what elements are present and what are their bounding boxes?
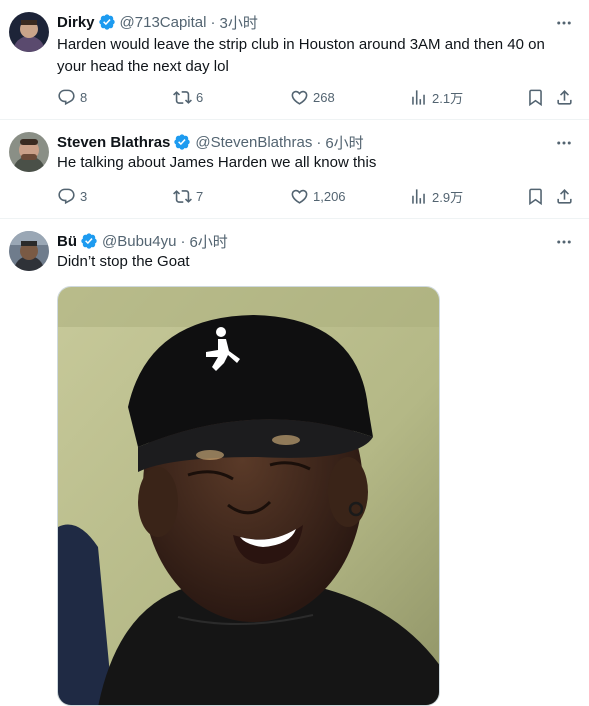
reply-button[interactable]: 3 (57, 185, 87, 207)
timestamp[interactable]: 3小时 (219, 12, 257, 33)
author-handle[interactable]: @713Capital (120, 14, 207, 31)
author-name[interactable]: Steven Blathras (57, 134, 170, 151)
tweet-text: Harden would leave the strip club in Hou… (57, 36, 545, 75)
timestamp[interactable]: 6小时 (189, 231, 227, 252)
retweet-count: 6 (196, 89, 204, 105)
author-name[interactable]: Bü (57, 233, 77, 250)
verified-badge-icon (81, 233, 97, 249)
separator-dot: · (180, 232, 186, 250)
views-icon (412, 188, 425, 204)
like-button[interactable]: 1,206 (290, 185, 346, 207)
share-icon (557, 188, 572, 204)
like-button[interactable]: 268 (290, 86, 335, 108)
author-handle[interactable]: @StevenBlathras (195, 134, 312, 151)
more-icon[interactable] (553, 13, 575, 33)
retweet-button[interactable]: 7 (173, 185, 203, 207)
retweet-icon (173, 90, 192, 104)
bookmark-button[interactable] (526, 86, 545, 108)
tweet-2[interactable]: Steven Blathras @StevenBlathras · 6小时 He… (0, 120, 589, 219)
share-button[interactable] (555, 86, 574, 108)
tweet-text: He talking about James Harden we all kno… (57, 154, 377, 171)
views-button[interactable]: 2.1万 (409, 86, 463, 108)
separator-dot: · (316, 133, 322, 151)
bookmark-button[interactable] (526, 185, 545, 207)
verified-badge-icon (174, 134, 191, 150)
views-button[interactable]: 2.9万 (409, 185, 463, 207)
share-button[interactable] (555, 185, 574, 207)
separator-dot: · (210, 13, 216, 31)
avatar[interactable] (9, 231, 49, 271)
action-bar: 3 7 1,206 2.9万 (57, 185, 577, 207)
more-icon[interactable] (553, 232, 575, 252)
tweet-text: Didn’t stop the Goat (57, 253, 190, 270)
reply-count: 8 (80, 89, 88, 105)
author-handle[interactable]: @Bubu4yu (102, 233, 176, 250)
more-icon[interactable] (553, 133, 575, 153)
author-name[interactable]: Dirky (57, 14, 95, 31)
like-icon (291, 90, 308, 105)
retweet-count: 7 (196, 188, 204, 204)
reply-icon (58, 89, 75, 105)
bookmark-icon (529, 89, 542, 106)
retweet-button[interactable]: 6 (173, 86, 203, 108)
tweet-1[interactable]: Dirky @713Capital · 3小时 Harden would lea… (0, 0, 589, 120)
tweet-photo[interactable] (57, 286, 440, 706)
bookmark-icon (529, 188, 542, 205)
reply-count: 3 (80, 188, 88, 204)
views-count: 2.1万 (432, 90, 464, 106)
like-count: 1,206 (313, 188, 346, 204)
avatar[interactable] (9, 12, 49, 52)
views-count: 2.9万 (432, 189, 464, 205)
verified-badge-icon (98, 14, 115, 30)
reply-icon (58, 188, 75, 204)
timestamp[interactable]: 6小时 (325, 132, 363, 153)
avatar[interactable] (9, 132, 49, 172)
retweet-icon (173, 189, 192, 203)
like-icon (291, 189, 308, 204)
reply-button[interactable]: 8 (57, 86, 87, 108)
action-bar: 8 6 268 2.1万 (57, 86, 577, 108)
views-icon (412, 89, 425, 105)
like-count: 268 (313, 89, 335, 105)
share-icon (557, 89, 572, 105)
